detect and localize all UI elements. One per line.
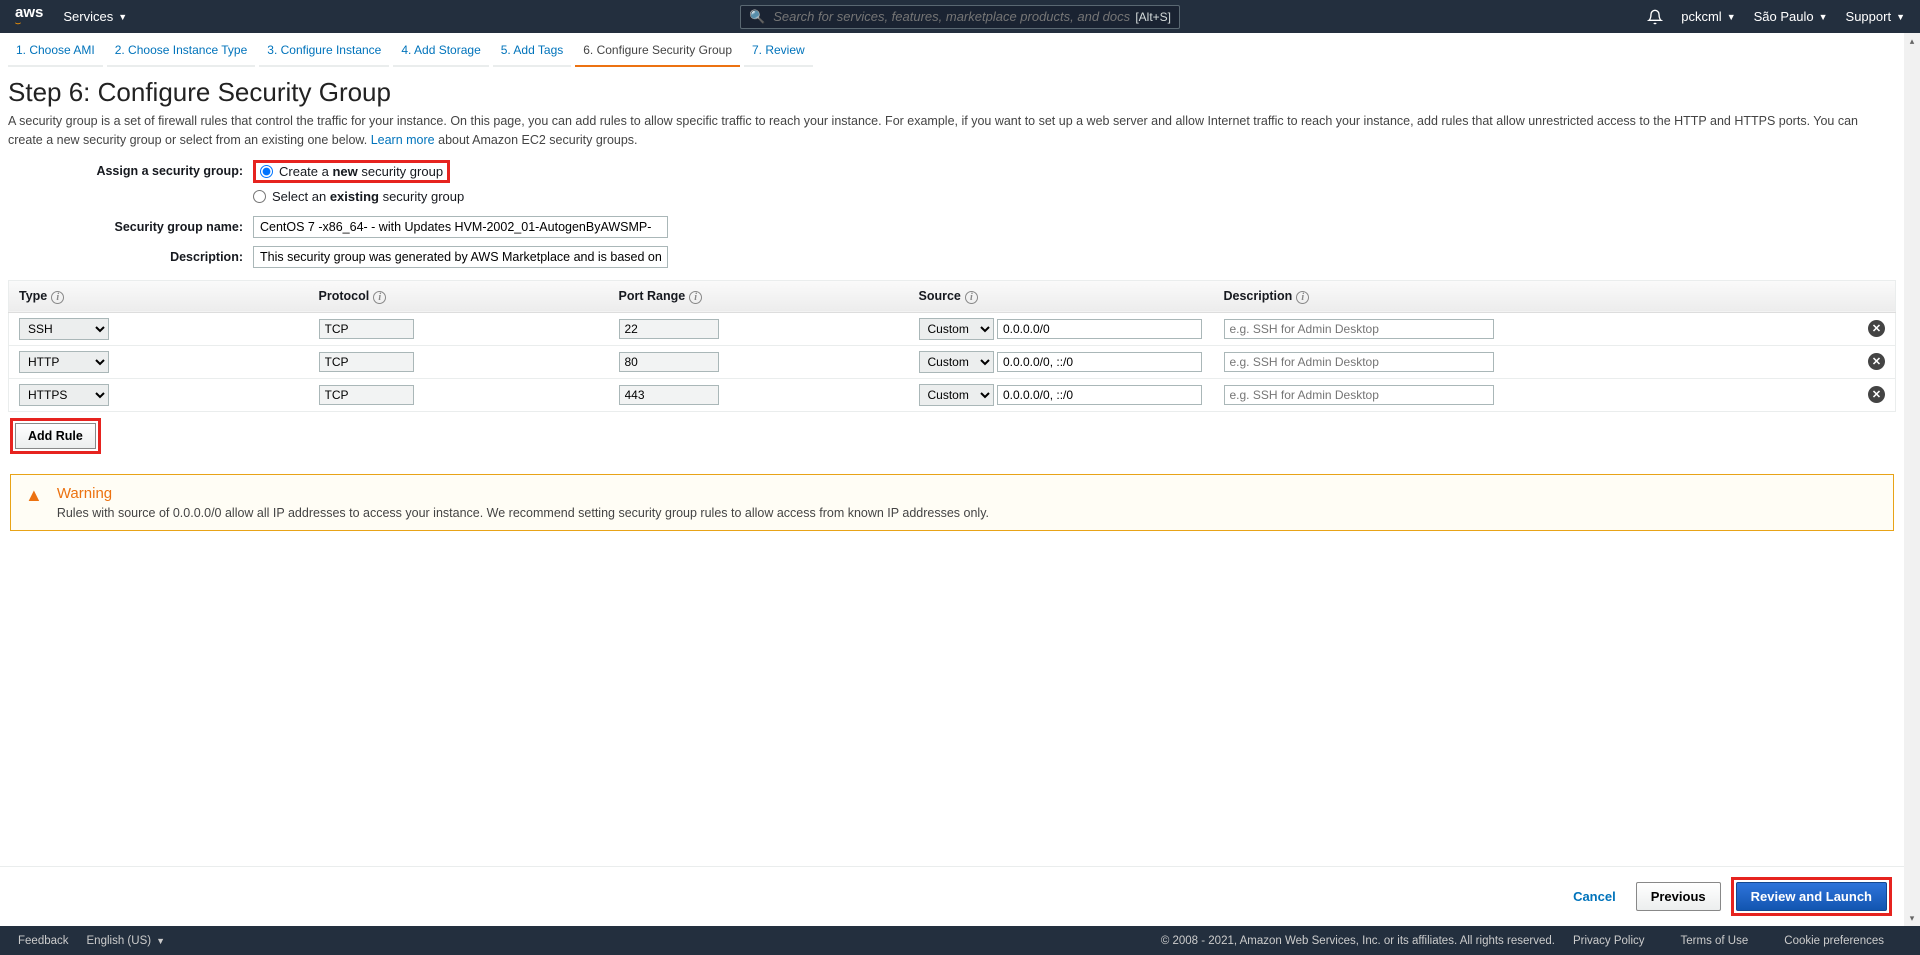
- rule-protocol: [319, 385, 414, 405]
- step-review[interactable]: 7. Review: [744, 33, 813, 67]
- step-choose-instance-type[interactable]: 2. Choose Instance Type: [107, 33, 256, 67]
- region-menu[interactable]: São Paulo▼: [1754, 9, 1828, 24]
- col-protocol: Protocoli: [309, 280, 609, 312]
- col-source: Sourcei: [909, 280, 1214, 312]
- rule-description-input[interactable]: [1224, 352, 1494, 372]
- remove-rule-button[interactable]: ✕: [1868, 320, 1885, 337]
- language-selector[interactable]: English (US)▼: [87, 935, 165, 947]
- rule-type-select[interactable]: SSH: [19, 318, 109, 340]
- page-title: Step 6: Configure Security Group: [8, 77, 1896, 108]
- info-icon[interactable]: i: [689, 291, 702, 304]
- select-existing-label: Select an existing security group: [272, 189, 464, 204]
- remove-rule-button[interactable]: ✕: [1868, 386, 1885, 403]
- remove-rule-button[interactable]: ✕: [1868, 353, 1885, 370]
- page-description: A security group is a set of firewall ru…: [8, 112, 1896, 150]
- table-row: HTTP Custom ✕: [9, 345, 1896, 378]
- terms-link[interactable]: Terms of Use: [1681, 935, 1749, 947]
- rule-source-type-select[interactable]: Custom: [919, 318, 994, 340]
- rule-type-select[interactable]: HTTPS: [19, 384, 109, 406]
- warning-icon: ▲: [25, 485, 43, 520]
- info-icon[interactable]: i: [965, 291, 978, 304]
- rule-port: [619, 352, 719, 372]
- col-type: Typei: [9, 280, 309, 312]
- wizard-steps: 1. Choose AMI 2. Choose Instance Type 3.…: [0, 33, 1904, 67]
- rule-protocol: [319, 352, 414, 372]
- step-choose-ami[interactable]: 1. Choose AMI: [8, 33, 103, 67]
- top-nav: aws ⌣ Services▼ 🔍 [Alt+S] pckcml▼ São Pa…: [0, 0, 1920, 33]
- rule-type-select[interactable]: HTTP: [19, 351, 109, 373]
- learn-more-link[interactable]: Learn more: [371, 133, 435, 147]
- search-icon: 🔍: [749, 9, 765, 25]
- cookies-link[interactable]: Cookie preferences: [1784, 935, 1884, 947]
- step-add-storage[interactable]: 4. Add Storage: [393, 33, 488, 67]
- rule-description-input[interactable]: [1224, 319, 1494, 339]
- security-group-description-input[interactable]: [253, 246, 668, 268]
- info-icon[interactable]: i: [1296, 291, 1309, 304]
- create-new-option-highlight: Create a new security group: [253, 160, 450, 183]
- rule-port: [619, 319, 719, 339]
- create-new-label: Create a new security group: [279, 164, 443, 179]
- rule-port: [619, 385, 719, 405]
- col-description: Descriptioni: [1214, 280, 1859, 312]
- warning-body: Rules with source of 0.0.0.0/0 allow all…: [57, 506, 989, 520]
- global-search[interactable]: 🔍 [Alt+S]: [740, 5, 1180, 29]
- account-menu[interactable]: pckcml▼: [1681, 9, 1735, 24]
- add-rule-highlight: Add Rule: [10, 418, 101, 454]
- info-icon[interactable]: i: [373, 291, 386, 304]
- rule-source-input[interactable]: [997, 385, 1202, 405]
- support-menu[interactable]: Support▼: [1846, 9, 1905, 24]
- select-existing-radio[interactable]: [253, 190, 266, 203]
- chevron-down-icon: ▼: [156, 936, 165, 946]
- rules-table: Typei Protocoli Port Rangei Sourcei Desc…: [8, 280, 1896, 412]
- copyright: © 2008 - 2021, Amazon Web Services, Inc.…: [1161, 935, 1555, 947]
- rule-source-input[interactable]: [997, 319, 1202, 339]
- rule-description-input[interactable]: [1224, 385, 1494, 405]
- warning-title: Warning: [57, 485, 989, 502]
- aws-logo[interactable]: aws ⌣: [15, 4, 43, 29]
- chevron-down-icon: ▼: [118, 12, 127, 22]
- step-add-tags[interactable]: 5. Add Tags: [493, 33, 572, 67]
- previous-button[interactable]: Previous: [1636, 882, 1721, 911]
- col-port-range: Port Rangei: [609, 280, 909, 312]
- page-footer: Feedback English (US)▼ © 2008 - 2021, Am…: [0, 926, 1920, 955]
- scroll-down-icon[interactable]: ▾: [1904, 910, 1920, 926]
- rule-protocol: [319, 319, 414, 339]
- cancel-button[interactable]: Cancel: [1563, 883, 1626, 910]
- rule-source-type-select[interactable]: Custom: [919, 351, 994, 373]
- review-launch-highlight: Review and Launch: [1731, 877, 1892, 916]
- notifications-icon[interactable]: [1647, 9, 1663, 25]
- privacy-link[interactable]: Privacy Policy: [1573, 935, 1645, 947]
- security-group-description-label: Description:: [8, 250, 253, 264]
- table-row: HTTPS Custom ✕: [9, 378, 1896, 411]
- services-menu[interactable]: Services▼: [63, 9, 127, 24]
- security-group-name-label: Security group name:: [8, 220, 253, 234]
- rule-source-type-select[interactable]: Custom: [919, 384, 994, 406]
- review-and-launch-button[interactable]: Review and Launch: [1736, 882, 1887, 911]
- vertical-scrollbar[interactable]: ▴ ▾: [1904, 33, 1920, 926]
- scroll-up-icon[interactable]: ▴: [1904, 33, 1920, 49]
- table-row: SSH Custom ✕: [9, 312, 1896, 345]
- warning-alert: ▲ Warning Rules with source of 0.0.0.0/0…: [10, 474, 1894, 531]
- add-rule-button[interactable]: Add Rule: [15, 423, 96, 449]
- rule-source-input[interactable]: [997, 352, 1202, 372]
- step-configure-security-group[interactable]: 6. Configure Security Group: [575, 33, 740, 67]
- search-input[interactable]: [773, 9, 1135, 24]
- step-configure-instance[interactable]: 3. Configure Instance: [259, 33, 389, 67]
- create-new-radio[interactable]: [260, 165, 273, 178]
- search-shortcut: [Alt+S]: [1135, 10, 1171, 24]
- wizard-footer: Cancel Previous Review and Launch: [0, 866, 1904, 926]
- security-group-name-input[interactable]: [253, 216, 668, 238]
- chevron-down-icon: ▼: [1819, 12, 1828, 22]
- assign-security-group-label: Assign a security group:: [8, 164, 253, 178]
- feedback-link[interactable]: Feedback: [18, 935, 69, 947]
- chevron-down-icon: ▼: [1896, 12, 1905, 22]
- chevron-down-icon: ▼: [1727, 12, 1736, 22]
- info-icon[interactable]: i: [51, 291, 64, 304]
